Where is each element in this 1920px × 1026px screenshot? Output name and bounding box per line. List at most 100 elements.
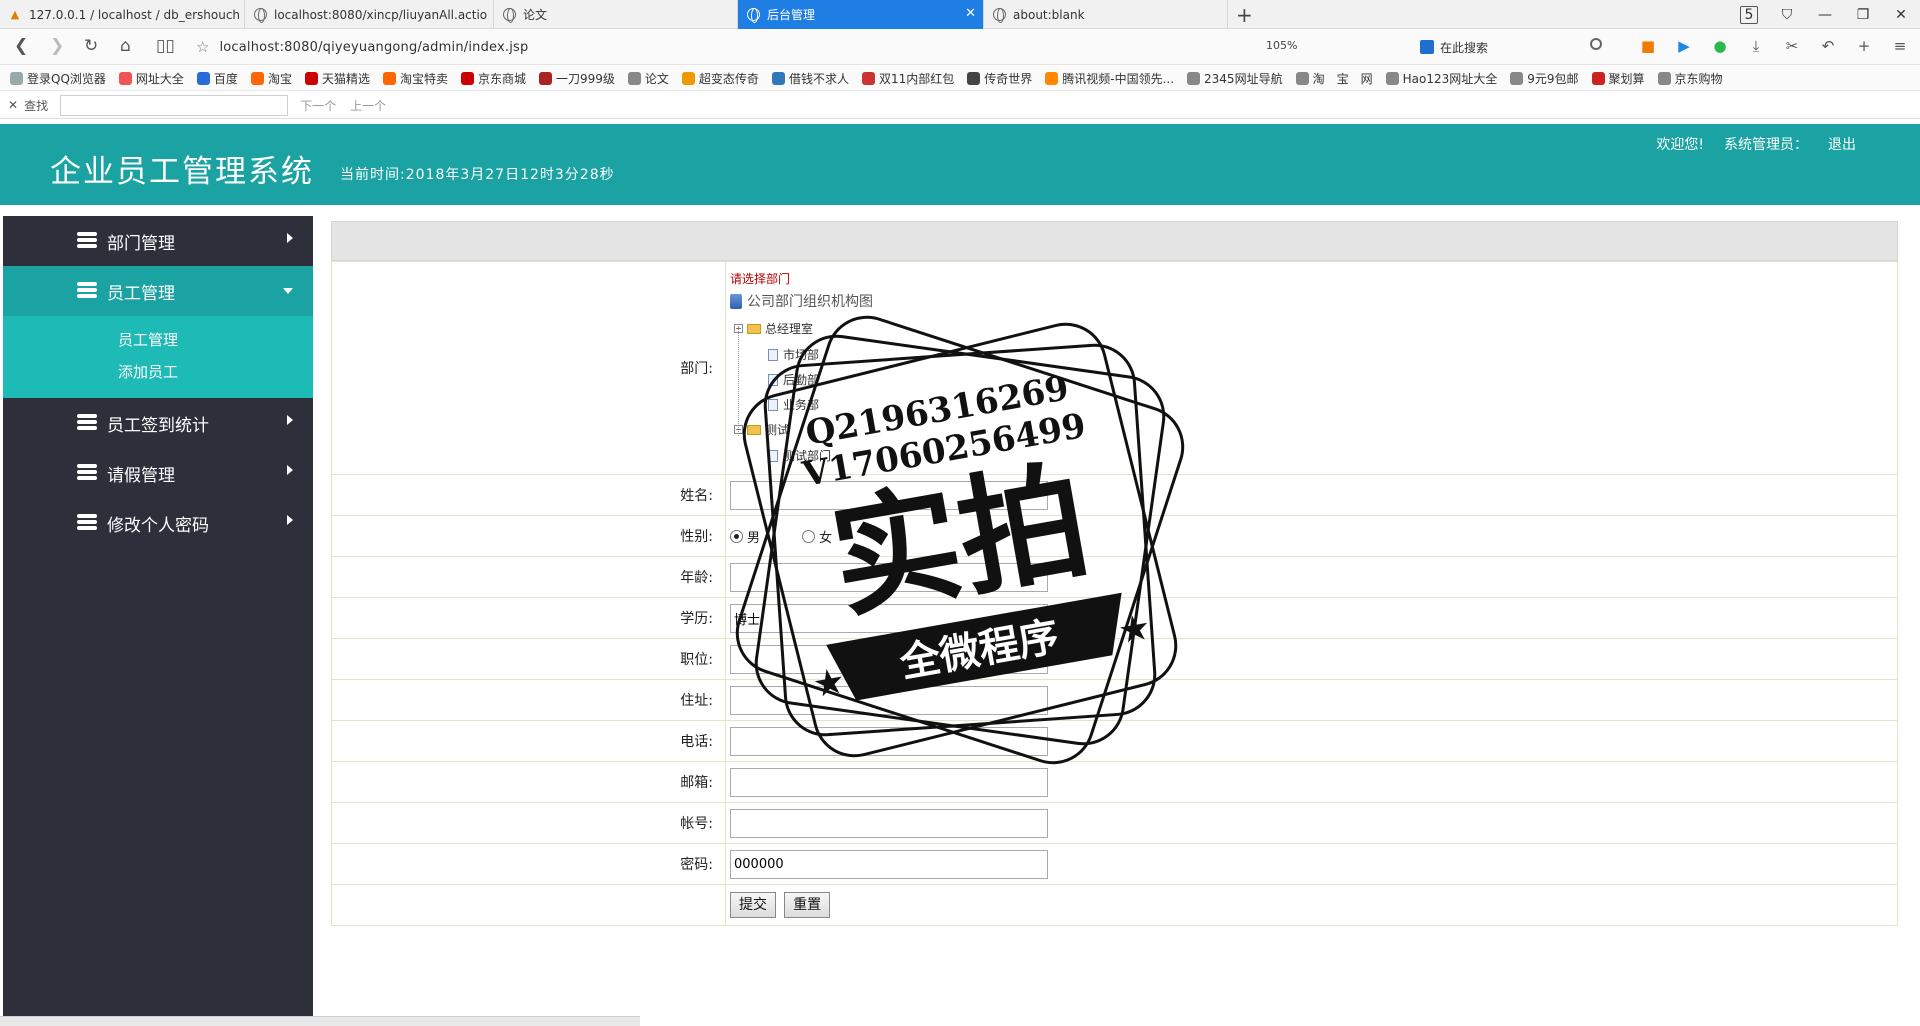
sidebar-item-employees[interactable]: 员工管理 [3, 266, 313, 316]
tab-count-badge[interactable]: 5 [1730, 5, 1768, 24]
find-prev-button[interactable]: 上一个 [350, 97, 386, 114]
sidebar-item-attendance[interactable]: 员工签到统计 [3, 398, 313, 448]
reload-icon[interactable]: ↻ [84, 37, 98, 55]
bookmark-item[interactable]: 淘宝特卖 [382, 70, 448, 87]
bookmark-item[interactable]: 2345网址导航 [1187, 70, 1283, 87]
submenu-item-employee-list[interactable]: 员工管理 [3, 324, 313, 356]
main-content: 部门: 请选择部门 公司部门组织机构图 − 总经理室 市场部 后勤部 业务部 −… [331, 221, 1898, 926]
phone-input[interactable] [730, 726, 1048, 756]
bookmark-icon [118, 71, 132, 85]
search-engine-box[interactable]: 在此搜索 [1420, 35, 1610, 59]
collapse-icon[interactable]: − [734, 425, 743, 434]
new-tab-icon[interactable]: + [1236, 3, 1253, 27]
account-input[interactable] [730, 808, 1048, 838]
browser-tab-liuyan[interactable]: localhost:8080/xincp/liuyanAll.actio [245, 0, 494, 29]
back-icon[interactable]: ❮ [14, 37, 28, 55]
add-icon[interactable]: + [1846, 37, 1882, 55]
find-input[interactable] [60, 94, 289, 116]
bookmark-icon [861, 71, 875, 85]
video-icon[interactable]: ■ [1630, 37, 1666, 55]
download-icon[interactable]: ⤓ [1738, 37, 1774, 55]
zoom-level[interactable]: 105% [1266, 39, 1297, 52]
gender-female-radio[interactable] [802, 529, 816, 543]
skin-icon[interactable]: ⛉ [1768, 7, 1806, 23]
bookmark-item[interactable]: 天猫精选 [304, 70, 370, 87]
collapse-icon[interactable]: − [734, 324, 743, 333]
chevron-down-icon [283, 288, 293, 294]
reader-icon[interactable]: ▯▯ [156, 37, 175, 55]
cut-icon[interactable]: ✂ [1774, 37, 1810, 55]
bookmark-item[interactable]: 京东商城 [460, 70, 526, 87]
bookmark-item[interactable]: 传奇世界 [967, 70, 1032, 87]
tree-node-leaf[interactable]: 市场部 [768, 346, 819, 363]
password-input[interactable] [730, 849, 1048, 879]
bookmark-item[interactable]: 借钱不求人 [771, 70, 849, 87]
find-next-button[interactable]: 下一个 [300, 97, 336, 114]
logout-link[interactable]: 退出 [1828, 134, 1856, 154]
close-tab-icon[interactable]: ✕ [965, 6, 976, 21]
bookmark-item[interactable]: 一刀999级 [539, 70, 615, 87]
email-input[interactable] [730, 767, 1048, 797]
form-row-department: 部门: 请选择部门 公司部门组织机构图 − 总经理室 市场部 后勤部 业务部 −… [331, 261, 1898, 475]
bookmark-item[interactable]: 淘 宝 网 [1295, 70, 1373, 87]
bookmark-item[interactable]: 9元9包邮 [1510, 70, 1579, 87]
sidebar-item-leave[interactable]: 请假管理 [3, 448, 313, 498]
bookmark-item[interactable]: 超变态传奇 [681, 70, 759, 87]
forward-icon[interactable]: ❯ [50, 37, 64, 55]
bookmark-item[interactable]: 京东购物 [1657, 70, 1723, 87]
bookmark-item[interactable]: 腾讯视频-中国领先... [1045, 70, 1174, 87]
tree-node-label: 后勤部 [783, 373, 820, 387]
close-find-icon[interactable]: ✕ [8, 98, 18, 112]
bookmark-item[interactable]: 论文 [627, 70, 669, 87]
bookmark-item[interactable]: 聚划算 [1591, 70, 1645, 87]
browser-tab-phpmyadmin[interactable]: ▲ 127.0.0.1 / localhost / db_ershouch [0, 0, 245, 29]
minimize-icon[interactable]: — [1806, 7, 1844, 23]
gender-male-radio[interactable] [730, 529, 743, 543]
browser-tab-blank[interactable]: about:blank [984, 0, 1228, 29]
education-input[interactable] [730, 603, 1048, 633]
play-icon[interactable]: ▶ [1666, 37, 1702, 55]
tree-root[interactable]: 公司部门组织机构图 [730, 291, 873, 311]
home-icon[interactable]: ⌂ [120, 37, 131, 55]
submit-button[interactable]: 提交 [730, 892, 776, 918]
bookmark-label: 借钱不求人 [788, 71, 849, 86]
sidebar-item-password[interactable]: 修改个人密码 [3, 498, 313, 548]
submenu-item-add-employee[interactable]: 添加员工 [3, 356, 313, 388]
folder-icon [747, 424, 761, 435]
tree-node-label: 市场部 [783, 348, 820, 362]
radio-label: 男 [747, 530, 761, 546]
name-input[interactable] [730, 480, 1048, 510]
restore-icon[interactable]: ❐ [1844, 7, 1882, 23]
browser-tab-lunwen[interactable]: 论文 [494, 0, 738, 29]
sidebar-item-departments[interactable]: 部门管理 [3, 216, 313, 266]
bookmark-label: 淘宝特卖 [399, 71, 448, 86]
browser-tab-admin[interactable]: 后台管理 ✕ [738, 0, 984, 29]
bookmark-item[interactable]: 双11内部红包 [861, 70, 954, 87]
bookmark-star-icon[interactable]: ☆ [196, 38, 209, 56]
bookmark-item[interactable]: 登录QQ浏览器 [10, 70, 106, 87]
tree-node-group[interactable]: − 测试 [734, 421, 789, 438]
menu-icon[interactable]: ≡ [1882, 37, 1918, 55]
bookmark-item[interactable]: 网址大全 [118, 70, 184, 87]
position-input[interactable] [730, 644, 1048, 674]
age-input[interactable] [730, 562, 1048, 592]
bookmark-item[interactable]: 淘宝 [250, 70, 292, 87]
search-icon[interactable] [1590, 38, 1602, 50]
address-bar[interactable]: ☆ localhost:8080/qiyeyuangong/admin/inde… [196, 35, 1396, 59]
wechat-icon[interactable]: ● [1702, 37, 1738, 55]
form-row-gender: 性别: 男 女 [331, 515, 1898, 557]
tree-node-group[interactable]: − 总经理室 [734, 320, 813, 337]
bookmark-item[interactable]: 百度 [196, 70, 238, 87]
tree-node-leaf[interactable]: 测试部门 [768, 447, 831, 464]
undo-icon[interactable]: ↶ [1810, 37, 1846, 55]
address-input[interactable] [730, 685, 1048, 715]
close-window-icon[interactable]: ✕ [1882, 7, 1920, 23]
tree-node-label: 测试部门 [783, 449, 832, 463]
reset-button[interactable]: 重置 [784, 892, 831, 918]
bookmark-item[interactable]: Hao123网址大全 [1385, 70, 1497, 87]
url-text[interactable]: localhost:8080/qiyeyuangong/admin/index.… [219, 40, 528, 55]
tree-node-leaf[interactable]: 业务部 [768, 396, 819, 413]
search-engine-icon[interactable] [1420, 40, 1434, 54]
tree-node-leaf[interactable]: 后勤部 [768, 371, 819, 388]
bookmark-icon [382, 71, 396, 85]
